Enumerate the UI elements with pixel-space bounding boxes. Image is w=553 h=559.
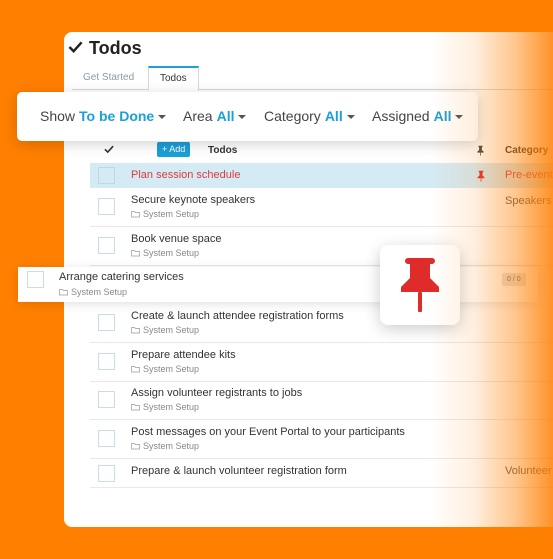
row-area: System Setup (131, 248, 199, 258)
progress-badge: 0 / 0 (502, 273, 526, 286)
dragged-todo-row[interactable]: Arrange catering services System Setup 0… (18, 267, 538, 302)
table-row[interactable]: Plan session schedule Pre-event (90, 163, 553, 188)
row-title[interactable]: Assign volunteer registrants to jobs (131, 387, 302, 399)
page-title-text: Todos (89, 38, 142, 58)
row-area: System Setup (131, 441, 199, 451)
folder-icon (131, 211, 140, 218)
folder-icon (131, 366, 140, 373)
row-checkbox[interactable] (98, 391, 115, 408)
row-title[interactable]: Arrange catering services (59, 271, 184, 283)
filter-assigned-dropdown[interactable]: Assigned All (372, 108, 464, 124)
caret-down-icon (158, 114, 167, 119)
pushpin-icon (401, 258, 439, 312)
caret-down-icon (346, 114, 355, 119)
select-all-check-icon[interactable] (104, 144, 114, 154)
page-title: Todos (68, 38, 142, 59)
row-area: System Setup (131, 325, 199, 335)
row-area: System Setup (59, 287, 127, 297)
tab-bar: Get Started Todos (72, 66, 553, 91)
table-row[interactable]: Prepare & launch volunteer registration … (90, 460, 553, 488)
table-row[interactable]: Post messages on your Event Portal to yo… (90, 421, 553, 459)
table-row[interactable]: Book venue space System Setup (90, 228, 553, 266)
filter-category-dropdown[interactable]: Category All (264, 108, 355, 124)
row-title[interactable]: Book venue space (131, 233, 222, 245)
row-checkbox[interactable] (98, 198, 115, 215)
folder-icon (131, 327, 140, 334)
tab-todos[interactable]: Todos (148, 66, 199, 91)
row-category: Volunteer (505, 465, 552, 477)
caret-down-icon (455, 114, 464, 119)
folder-icon (131, 250, 140, 257)
folder-icon (131, 404, 140, 411)
row-area: System Setup (131, 364, 199, 374)
table-row[interactable]: Secure keynote speakers System Setup Spe… (90, 189, 553, 227)
pin-card (380, 245, 460, 325)
row-checkbox[interactable] (98, 167, 115, 184)
filter-area-dropdown[interactable]: Area All (183, 108, 247, 124)
filter-show-dropdown[interactable]: Show To be Done (40, 108, 167, 124)
folder-icon (131, 443, 140, 450)
row-title[interactable]: Prepare attendee kits (131, 349, 236, 361)
row-checkbox[interactable] (98, 314, 115, 331)
caret-down-icon (238, 114, 247, 119)
tab-get-started[interactable]: Get Started (72, 66, 145, 90)
row-checkbox[interactable] (27, 271, 44, 288)
table-header: + Add Todos Category (90, 142, 553, 164)
row-checkbox[interactable] (98, 465, 115, 482)
column-header-category[interactable]: Category (505, 145, 548, 156)
filter-bar: Show To be Done Area All Category All Assig… (17, 92, 478, 141)
table-row[interactable]: Assign volunteer registrants to jobs Sys… (90, 382, 553, 420)
pin-column-icon (476, 145, 485, 156)
row-category: Speakers (505, 195, 552, 207)
add-todo-button[interactable]: + Add (157, 142, 191, 157)
row-area: System Setup (131, 402, 199, 412)
row-title[interactable]: Secure keynote speakers (131, 194, 255, 206)
row-title[interactable]: Post messages on your Event Portal to yo… (131, 426, 405, 438)
row-title[interactable]: Create & launch attendee registration fo… (131, 310, 344, 322)
row-checkbox[interactable] (98, 237, 115, 254)
pinned-icon[interactable] (476, 169, 486, 182)
row-area: System Setup (131, 209, 199, 219)
folder-icon (59, 289, 68, 296)
column-header-todos[interactable]: Todos (208, 145, 237, 156)
row-checkbox[interactable] (98, 430, 115, 447)
table-row[interactable]: Prepare attendee kits System Setup (90, 344, 553, 382)
row-category: Pre-event (505, 169, 553, 181)
row-checkbox[interactable] (98, 353, 115, 370)
row-title[interactable]: Prepare & launch volunteer registration … (131, 465, 347, 477)
table-row[interactable]: Create & launch attendee registration fo… (90, 305, 553, 343)
row-title[interactable]: Plan session schedule (131, 169, 240, 181)
check-icon (68, 38, 83, 59)
